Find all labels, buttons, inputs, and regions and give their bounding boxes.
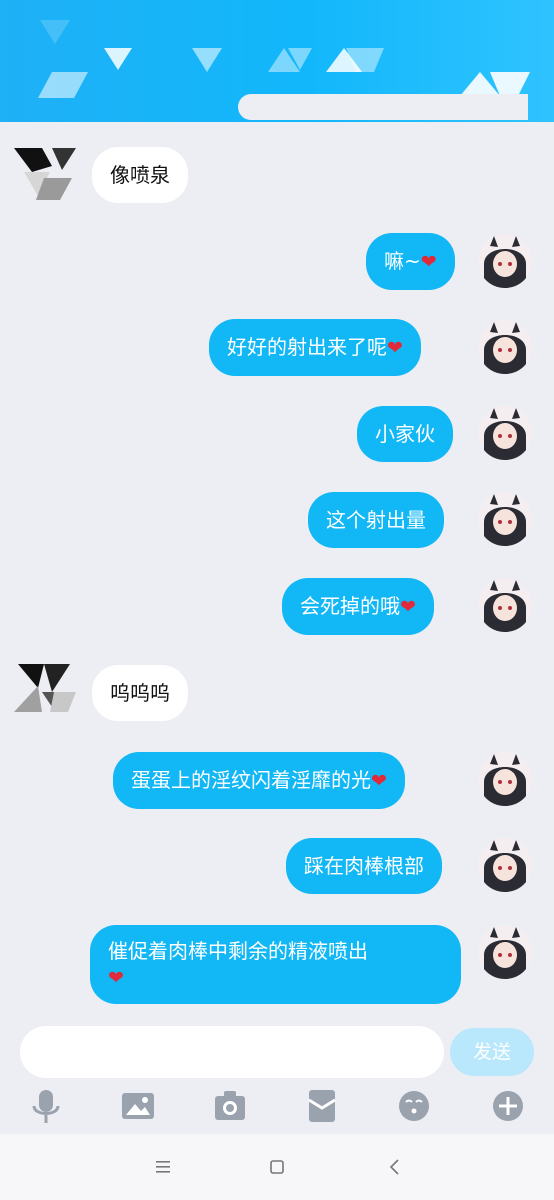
plus-icon[interactable] bbox=[488, 1086, 528, 1126]
message-text: 像喷泉 bbox=[110, 163, 170, 187]
message-text: 踩在肉棒根部 bbox=[304, 854, 424, 878]
heart-emoji: ❤ bbox=[420, 251, 437, 273]
message-text: 嘛~ bbox=[384, 249, 421, 273]
menu-icon[interactable] bbox=[150, 1154, 176, 1180]
message-input[interactable] bbox=[20, 1026, 444, 1078]
message-text: 这个射出量 bbox=[326, 508, 426, 532]
message-bubble-received[interactable]: 像喷泉 bbox=[92, 147, 188, 203]
heart-emoji: ❤ bbox=[108, 967, 124, 989]
my-avatar[interactable] bbox=[478, 578, 532, 632]
message-bubble-sent[interactable]: 踩在肉棒根部 bbox=[286, 838, 442, 894]
contact-avatar[interactable] bbox=[14, 144, 76, 206]
image-icon[interactable] bbox=[118, 1086, 158, 1126]
send-button[interactable]: 发送 bbox=[450, 1028, 534, 1076]
heart-emoji: ❤ bbox=[371, 770, 387, 792]
heart-emoji: ❤ bbox=[387, 337, 403, 359]
my-avatar[interactable] bbox=[478, 925, 532, 979]
message-text: 小家伙 bbox=[375, 422, 435, 446]
header-overlap bbox=[238, 94, 528, 120]
contact-avatar[interactable] bbox=[14, 662, 76, 724]
my-avatar[interactable] bbox=[478, 406, 532, 460]
message-text: 催促着肉棒中剩余的精液喷出 bbox=[108, 939, 368, 963]
message-bubble-sent[interactable]: 嘛~❤ bbox=[366, 233, 455, 290]
my-avatar[interactable] bbox=[478, 320, 532, 374]
message-bubble-sent[interactable]: 催促着肉棒中剩余的精液喷出 ❤ bbox=[90, 925, 461, 1004]
message-text: 会死掉的哦 bbox=[300, 594, 400, 618]
message-bubble-sent[interactable]: 蛋蛋上的淫纹闪着淫靡的光❤ bbox=[113, 752, 405, 809]
home-icon[interactable] bbox=[264, 1154, 290, 1180]
chat-header bbox=[0, 0, 554, 122]
my-avatar[interactable] bbox=[478, 492, 532, 546]
message-bubble-sent[interactable]: 这个射出量 bbox=[308, 492, 444, 548]
message-text: 蛋蛋上的淫纹闪着淫靡的光 bbox=[131, 768, 371, 792]
my-avatar[interactable] bbox=[478, 752, 532, 806]
back-icon[interactable] bbox=[382, 1154, 408, 1180]
heart-emoji: ❤ bbox=[400, 596, 416, 618]
camera-icon[interactable] bbox=[210, 1086, 250, 1126]
message-text: 呜呜呜 bbox=[110, 681, 170, 705]
red-packet-icon[interactable] bbox=[302, 1086, 342, 1126]
message-bubble-sent[interactable]: 小家伙 bbox=[357, 406, 453, 462]
message-bubble-sent[interactable]: 好好的射出来了呢❤ bbox=[209, 319, 421, 376]
message-bubble-sent[interactable]: 会死掉的哦❤ bbox=[282, 578, 434, 635]
emoji-icon[interactable] bbox=[394, 1086, 434, 1126]
message-text: 好好的射出来了呢 bbox=[227, 335, 387, 359]
my-avatar[interactable] bbox=[478, 838, 532, 892]
system-navigation-bar bbox=[0, 1134, 554, 1200]
message-bubble-received[interactable]: 呜呜呜 bbox=[92, 665, 188, 721]
my-avatar[interactable] bbox=[478, 234, 532, 288]
microphone-icon[interactable] bbox=[26, 1086, 66, 1126]
